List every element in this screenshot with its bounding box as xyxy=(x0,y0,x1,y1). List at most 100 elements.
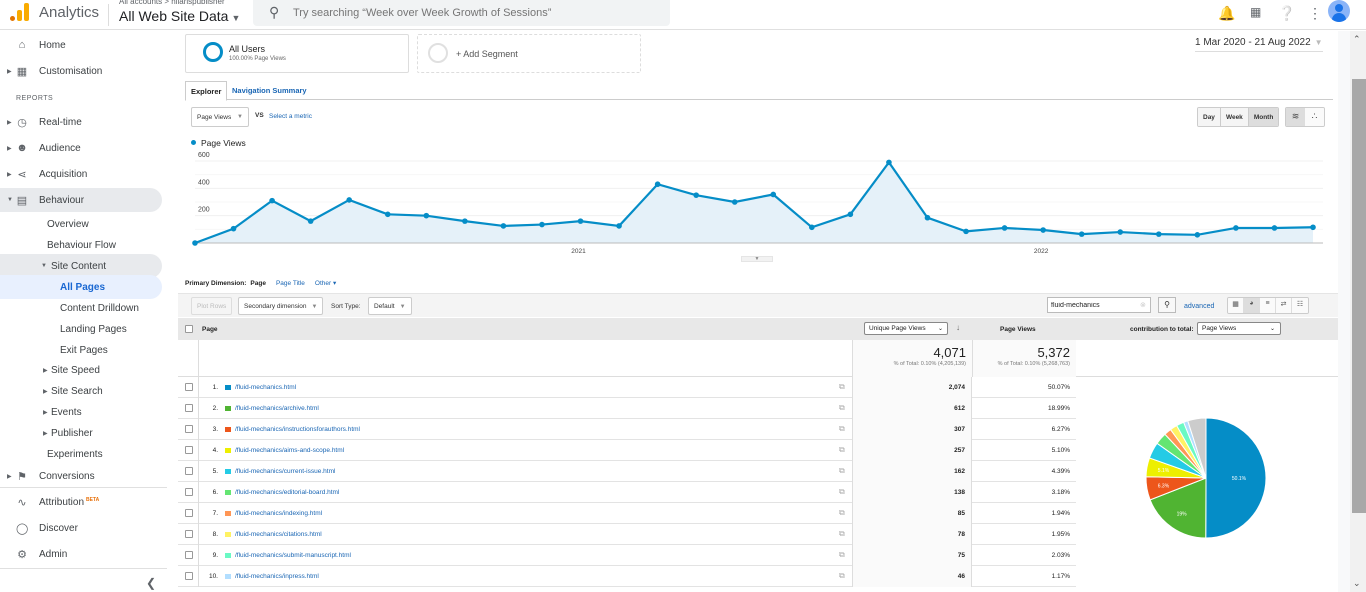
row-number: 1. xyxy=(212,384,218,391)
pie-view-icon[interactable]: ◕ xyxy=(1244,298,1260,313)
data-point xyxy=(770,191,777,198)
row-checkbox[interactable] xyxy=(185,572,193,580)
account-breadcrumb[interactable]: All accounts > hilarispublisher xyxy=(119,0,225,6)
row-number: 6. xyxy=(212,489,218,496)
open-external-icon[interactable]: ⧉ xyxy=(839,508,845,518)
more-vert-icon[interactable]: ⋮ xyxy=(1308,5,1322,22)
sidebar-item-home[interactable]: ⌂ Home xyxy=(0,33,162,57)
acquisition-icon: ⋖ xyxy=(17,168,27,181)
open-external-icon[interactable]: ⧉ xyxy=(839,445,845,455)
row-checkbox[interactable] xyxy=(185,425,193,433)
page-link[interactable]: /fluid-mechanics/instructionsforauthors.… xyxy=(235,426,360,433)
page-link[interactable]: /fluid-mechanics/citations.html xyxy=(235,531,322,538)
open-external-icon[interactable]: ⧉ xyxy=(839,403,845,413)
dimension-page[interactable]: Page xyxy=(250,280,266,287)
column-page-views[interactable]: Page Views xyxy=(1000,326,1036,333)
advanced-filter-link[interactable]: advanced xyxy=(1184,303,1214,310)
select-all-checkbox[interactable] xyxy=(185,325,193,333)
sidebar-item-audience[interactable]: ▶ ☻ Audience xyxy=(0,136,162,160)
metric-dropdown[interactable]: Page Views ▼ xyxy=(191,107,249,127)
sidebar-item-admin[interactable]: ⚙ Admin xyxy=(0,542,162,566)
secondary-dimension-dropdown[interactable]: Secondary dimension ▼ xyxy=(238,297,324,315)
chevron-down-icon: ⌄ xyxy=(937,326,943,332)
filter-input[interactable] xyxy=(1051,300,1136,311)
plot-rows-button[interactable]: Plot Rows xyxy=(191,297,233,315)
page-link[interactable]: /fluid-mechanics/submit-manuscript.html xyxy=(235,552,351,559)
search-input[interactable] xyxy=(293,4,653,22)
add-segment-button[interactable]: + Add Segment xyxy=(417,34,641,73)
open-external-icon[interactable]: ⧉ xyxy=(839,550,845,560)
select-metric-link[interactable]: Select a metric xyxy=(269,113,312,120)
sidebar-item-realtime[interactable]: ▶ ◷ Real-time xyxy=(0,110,162,134)
tab-navigation-summary[interactable]: Navigation Summary xyxy=(227,81,312,100)
pivot-view-icon[interactable]: ☷ xyxy=(1292,298,1308,313)
week-button[interactable]: Week xyxy=(1220,108,1249,126)
performance-view-icon[interactable]: ≡ xyxy=(1260,298,1276,313)
page-link[interactable]: /fluid-mechanics/indexing.html xyxy=(235,510,322,517)
page-link[interactable]: /fluid-mechanics/editorial-board.html xyxy=(235,489,339,496)
page-link[interactable]: /fluid-mechanics/aims-and-scope.html xyxy=(235,447,344,454)
line-chart-icon[interactable]: ≋ xyxy=(1286,108,1305,126)
dimension-other[interactable]: Other ▾ xyxy=(315,280,336,287)
unique-page-views-cell: 46 xyxy=(852,566,972,587)
page-link[interactable]: /fluid-mechanics/inpress.html xyxy=(235,573,319,580)
month-button[interactable]: Month xyxy=(1248,108,1279,126)
open-external-icon[interactable]: ⧉ xyxy=(839,382,845,392)
day-button[interactable]: Day xyxy=(1198,108,1221,126)
row-checkbox[interactable] xyxy=(185,509,193,517)
row-checkbox[interactable] xyxy=(185,404,193,412)
open-external-icon[interactable]: ⧉ xyxy=(839,571,845,581)
scroll-down-icon[interactable]: ⌄ xyxy=(1353,578,1361,589)
row-checkbox[interactable] xyxy=(185,383,193,391)
page-views-pct-cell: 1.95% xyxy=(1051,531,1070,538)
open-external-icon[interactable]: ⧉ xyxy=(839,529,845,539)
table-row: 5. /fluid-mechanics/current-issue.html ⧉ 16… xyxy=(178,461,1076,482)
row-checkbox[interactable] xyxy=(185,488,193,496)
scrollbar-thumb[interactable] xyxy=(1352,79,1366,513)
data-point xyxy=(269,197,275,204)
sidebar-item-experiments[interactable]: Experiments xyxy=(0,442,162,466)
contribution-dropdown[interactable]: Page Views ⌄ xyxy=(1197,322,1281,335)
table-view-icon[interactable]: ▦ xyxy=(1228,298,1244,313)
view-selector[interactable]: All Web Site Data ▼ xyxy=(119,8,240,24)
analytics-logo-icon[interactable] xyxy=(10,3,30,21)
row-checkbox[interactable] xyxy=(185,467,193,475)
dimension-page-title[interactable]: Page Title xyxy=(276,280,305,287)
segment-all-users[interactable]: All Users 100.00% Page Views xyxy=(185,34,409,73)
open-external-icon[interactable]: ⧉ xyxy=(839,466,845,476)
help-icon[interactable]: ❔ xyxy=(1278,5,1295,22)
column-page[interactable]: Page xyxy=(202,326,218,333)
account-avatar-icon[interactable] xyxy=(1328,0,1350,22)
row-checkbox[interactable] xyxy=(185,551,193,559)
sidebar-item-customisation[interactable]: ▶ ▦ Customisation xyxy=(0,59,162,83)
sidebar-item-behaviour[interactable]: ▼ ▤ Behaviour xyxy=(0,188,162,212)
scrollbar[interactable]: ⌃ ⌄ xyxy=(1350,31,1366,592)
page-link[interactable]: /fluid-mechanics/archive.html xyxy=(235,405,319,412)
collapse-sidebar-icon[interactable]: ❮ xyxy=(146,576,156,590)
apps-grid-icon[interactable]: ▦ xyxy=(1250,5,1261,19)
open-external-icon[interactable]: ⧉ xyxy=(839,424,845,434)
date-range-picker[interactable]: 1 Mar 2020 - 21 Aug 2022 ▼ xyxy=(1195,37,1323,52)
sidebar-item-attribution[interactable]: ∿ Attribution BETA xyxy=(0,490,162,514)
open-external-icon[interactable]: ⧉ xyxy=(839,487,845,497)
sidebar-item-discover[interactable]: ◯ Discover xyxy=(0,516,162,540)
sort-type-dropdown[interactable]: Default ▼ xyxy=(368,297,412,315)
bell-icon[interactable]: 🔔 xyxy=(1218,5,1235,22)
row-checkbox[interactable] xyxy=(185,530,193,538)
search-bar[interactable]: ⚲ xyxy=(253,0,670,26)
search-icon[interactable]: ⚲ xyxy=(1158,297,1176,313)
tab-explorer[interactable]: Explorer xyxy=(185,81,228,101)
clear-filter-icon[interactable]: ⊗ xyxy=(1140,301,1146,309)
metric-column-dropdown[interactable]: Unique Page Views ⌄ xyxy=(864,322,948,335)
scroll-up-icon[interactable]: ⌃ xyxy=(1353,34,1361,45)
sidebar-item-acquisition[interactable]: ▶ ⋖ Acquisition xyxy=(0,162,162,186)
motion-chart-icon[interactable]: ∴ xyxy=(1305,108,1324,126)
page-link[interactable]: /fluid-mechanics/current-issue.html xyxy=(235,468,335,475)
comparison-view-icon[interactable]: ⇄ xyxy=(1276,298,1292,313)
row-checkbox[interactable] xyxy=(185,446,193,454)
sort-desc-icon[interactable]: ↓ xyxy=(956,323,960,332)
sidebar-item-conversions[interactable]: ▶ ⚑ Conversions xyxy=(0,464,162,488)
chart-resize-handle[interactable]: ▼ xyxy=(741,256,773,262)
page-link[interactable]: /fluid-mechanics.html xyxy=(235,384,296,391)
unique-page-views-cell: 85 xyxy=(852,503,972,524)
